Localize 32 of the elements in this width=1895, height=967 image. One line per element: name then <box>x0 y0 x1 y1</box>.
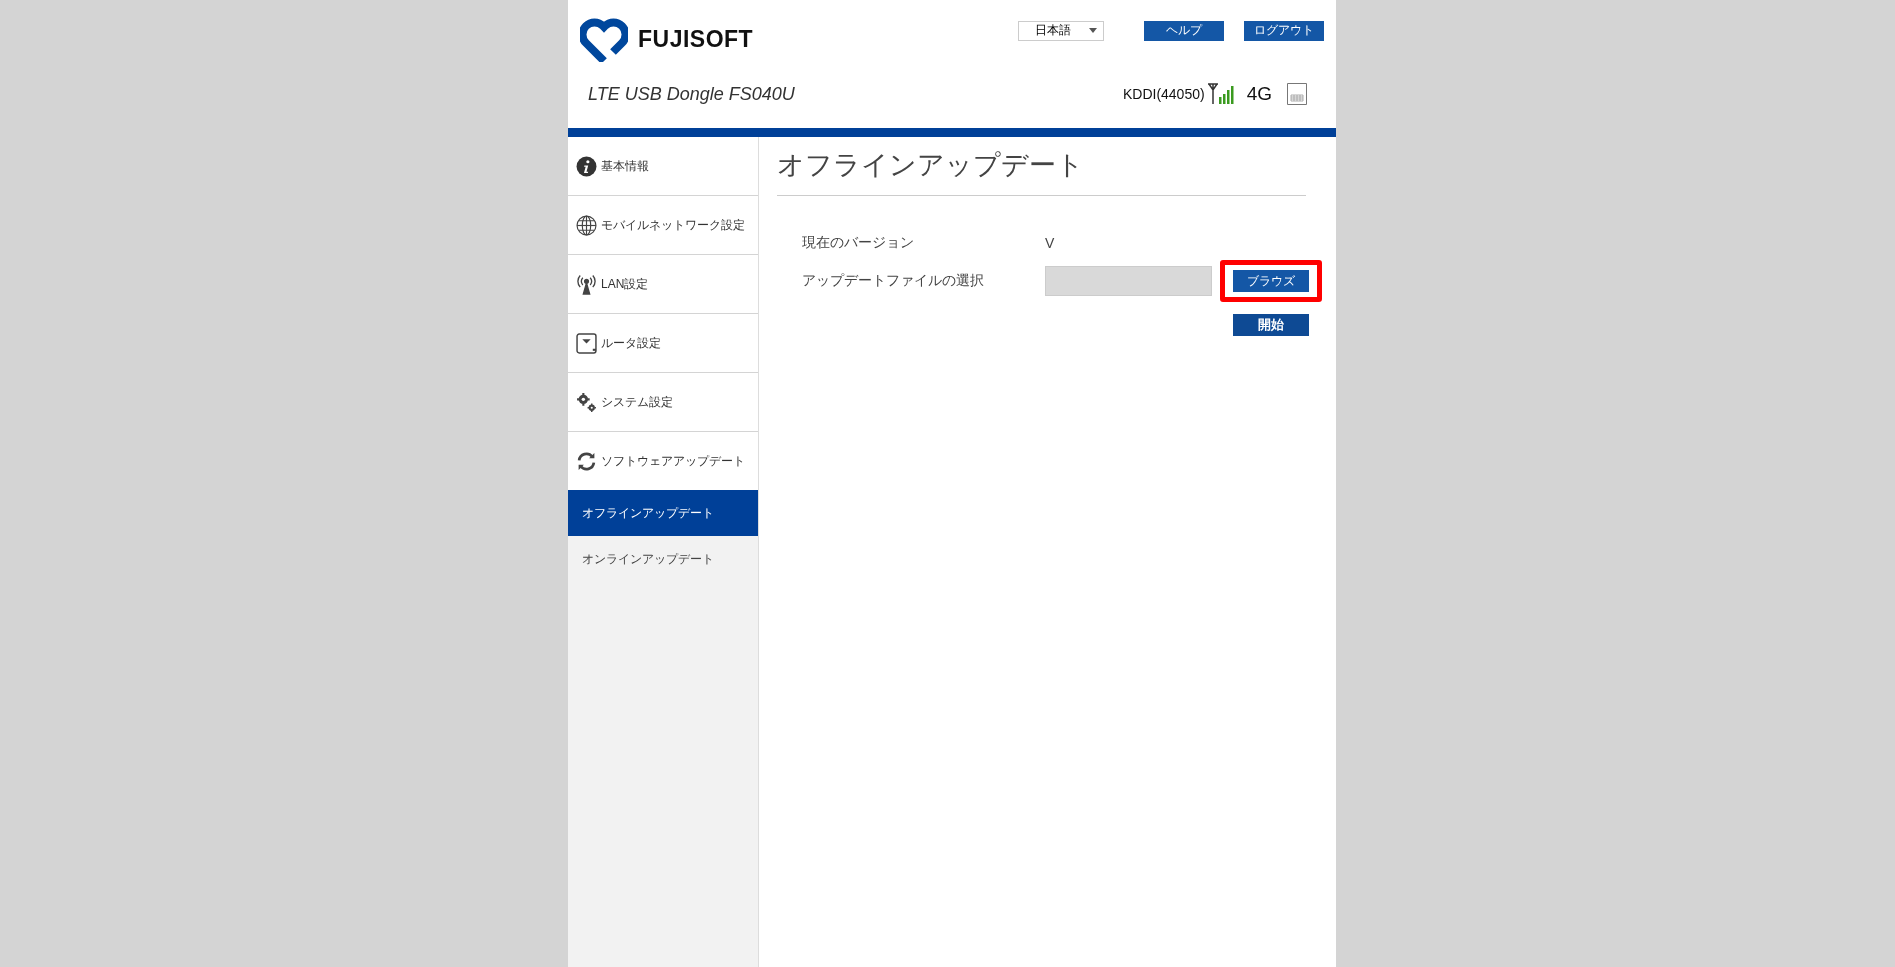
antenna-icon <box>576 273 597 295</box>
page-title: オフラインアップデート <box>777 147 1306 196</box>
header-button[interactable]: ログアウト <box>1244 20 1324 41</box>
sidebar-item[interactable]: システム設定 <box>568 373 758 432</box>
logo-text: FUJISOFT <box>638 26 754 53</box>
header-button[interactable]: ヘルプ <box>1144 20 1224 41</box>
sidebar-item[interactable]: LAN設定 <box>568 255 758 314</box>
sidebar-item[interactable]: ソフトウェアアップデート <box>568 432 758 490</box>
refresh-icon <box>576 450 597 472</box>
sidebar-subitem[interactable]: オンラインアップデート <box>568 536 758 582</box>
browse-button[interactable]: ブラウズ <box>1233 270 1309 292</box>
gears-icon <box>576 391 597 413</box>
network-type: 4G <box>1246 83 1272 105</box>
signal-icon <box>1206 83 1237 105</box>
sidebar-subitem[interactable]: オフラインアップデート <box>568 490 758 536</box>
caret-icon <box>1089 28 1097 33</box>
router-icon <box>576 332 597 354</box>
start-button[interactable]: 開始 <box>1233 314 1309 336</box>
sidebar-item[interactable]: 基本情報 <box>568 137 758 196</box>
logo-icon <box>580 17 628 62</box>
sim-card-icon <box>1286 82 1308 106</box>
globe-icon <box>576 214 597 236</box>
carrier-name: KDDI(44050) <box>1122 86 1205 102</box>
file-field[interactable] <box>1045 266 1212 296</box>
sidebar-item[interactable]: ルータ設定 <box>568 314 758 373</box>
file-label: アップデートファイルの選択 <box>802 272 985 290</box>
info-icon <box>576 155 597 177</box>
device-name: LTE USB Dongle FS040U <box>588 83 795 105</box>
version-label: 現在のバージョン <box>802 234 915 252</box>
version-value: V <box>1045 235 1056 251</box>
sidebar-item[interactable]: モバイルネットワーク設定 <box>568 196 758 255</box>
language-select[interactable]: 日本語 <box>1018 20 1104 41</box>
